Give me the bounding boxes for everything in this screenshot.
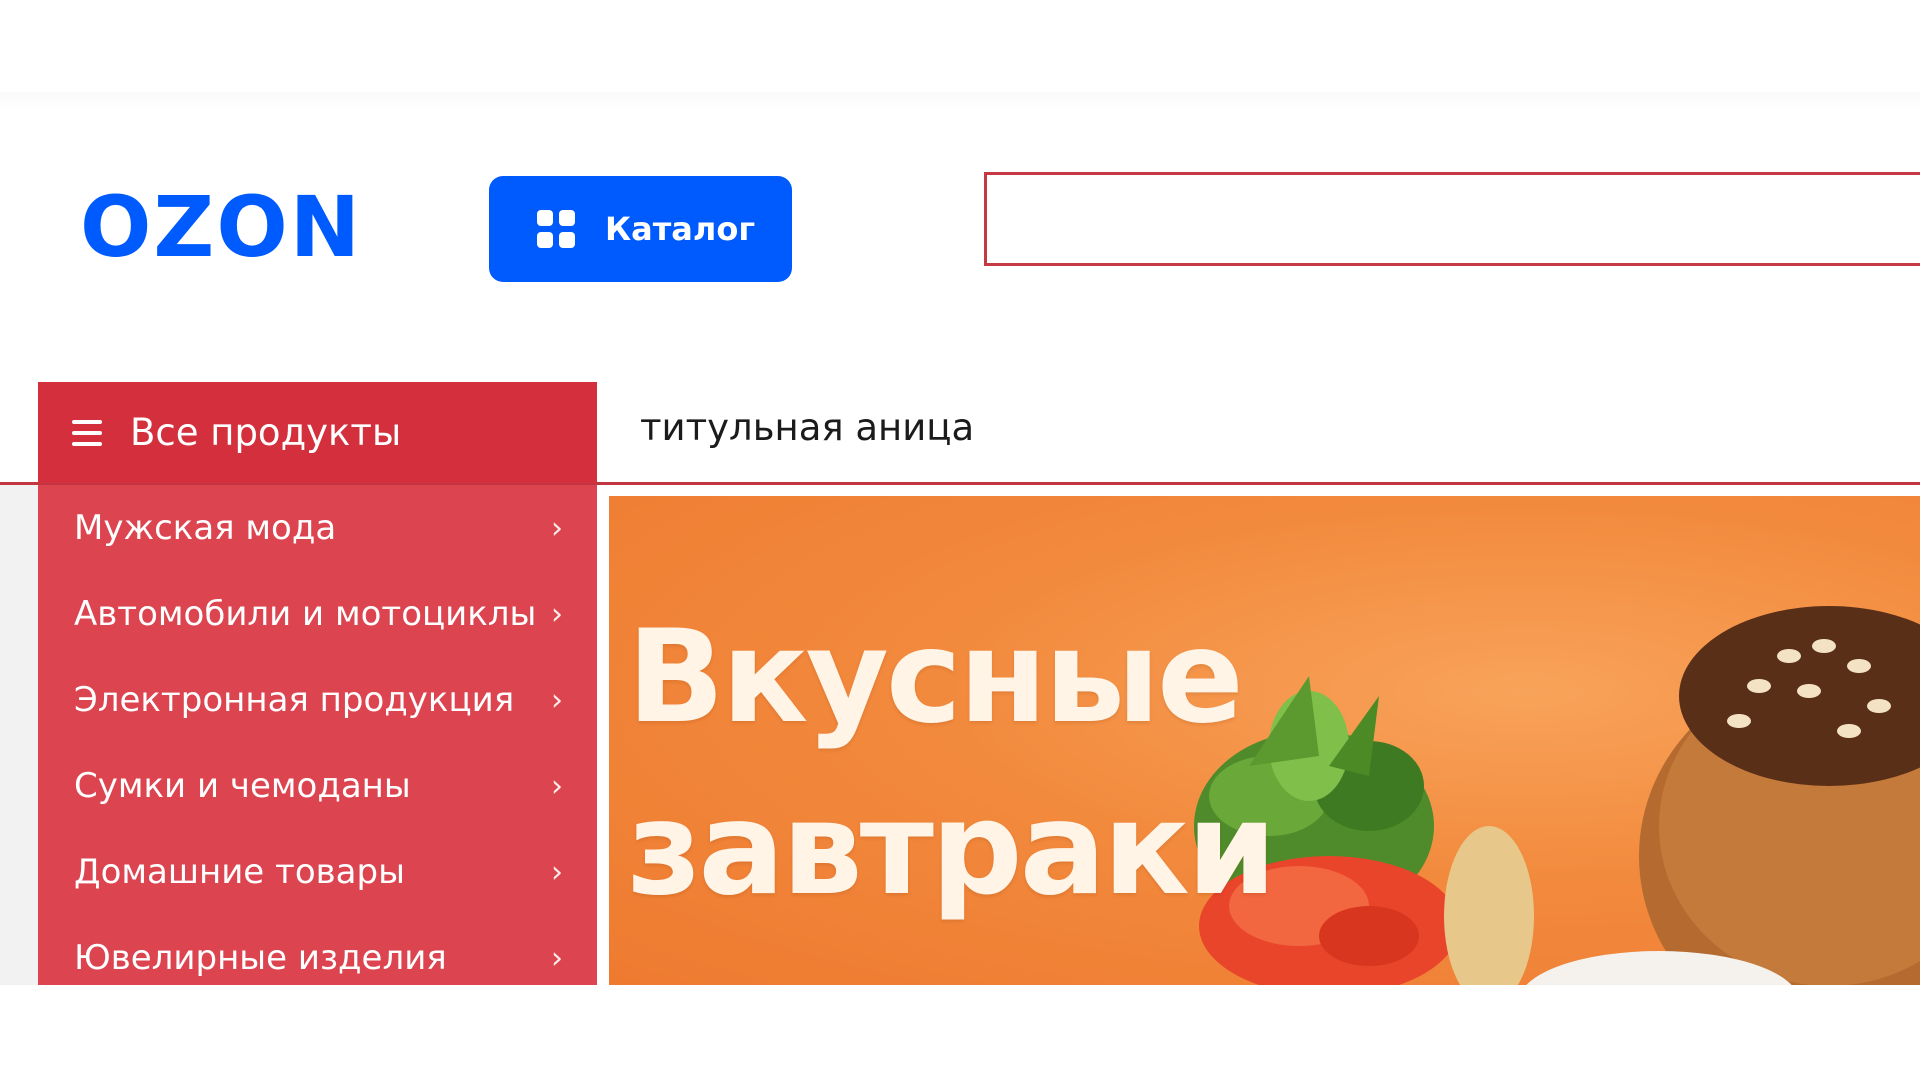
ozon-logo[interactable]: OZON bbox=[80, 190, 400, 264]
sidebar-item-jewelry[interactable]: Ювелирные изделия › bbox=[38, 915, 597, 985]
hamburger-icon bbox=[72, 419, 102, 446]
promo-banner[interactable]: Вкусные завтраки bbox=[609, 496, 1920, 985]
catalog-label: Каталог bbox=[605, 210, 756, 248]
sidebar-item-label: Ювелирные изделия bbox=[74, 938, 447, 978]
sidebar-item-label: Домашние товары bbox=[74, 852, 405, 892]
sidebar-item-label: Сумки и чемоданы bbox=[74, 766, 411, 806]
top-band bbox=[0, 0, 1920, 92]
sidebar-item-mens-fashion[interactable]: Мужская мода › bbox=[38, 485, 597, 571]
chevron-right-icon: › bbox=[551, 768, 563, 804]
logo-text: OZON bbox=[80, 190, 362, 264]
chevron-right-icon: › bbox=[551, 596, 563, 632]
sidebar-item-electronics[interactable]: Электронная продукция › bbox=[38, 657, 597, 743]
search-input[interactable] bbox=[984, 172, 1920, 266]
sidebar-item-label: Автомобили и мотоциклы bbox=[74, 594, 537, 634]
sidebar-item-label: Электронная продукция bbox=[74, 680, 515, 720]
sidebar-item-home-goods[interactable]: Домашние товары › bbox=[38, 829, 597, 915]
page: OZON Каталог Все продукты титульная аниц… bbox=[0, 0, 1920, 1080]
grid-icon bbox=[537, 210, 575, 248]
bottom-band bbox=[0, 985, 1920, 1080]
banner-title-line2: завтраки bbox=[627, 775, 1276, 924]
category-sidebar: Мужская мода › Автомобили и мотоциклы › … bbox=[38, 485, 597, 985]
chevron-right-icon: › bbox=[551, 510, 563, 546]
banner-title-line1: Вкусные bbox=[627, 603, 1244, 752]
all-products-button[interactable]: Все продукты bbox=[38, 382, 597, 483]
all-products-label: Все продукты bbox=[130, 411, 402, 454]
sidebar-item-label: Мужская мода bbox=[74, 508, 337, 548]
catalog-button[interactable]: Каталог bbox=[489, 176, 792, 282]
chevron-right-icon: › bbox=[551, 940, 563, 976]
sidebar-item-auto-moto[interactable]: Автомобили и мотоциклы › bbox=[38, 571, 597, 657]
chevron-right-icon: › bbox=[551, 854, 563, 890]
sidebar-item-bags[interactable]: Сумки и чемоданы › bbox=[38, 743, 597, 829]
chevron-right-icon: › bbox=[551, 682, 563, 718]
left-strip bbox=[0, 485, 38, 985]
nav-link-home[interactable]: титульная аница bbox=[640, 406, 974, 449]
